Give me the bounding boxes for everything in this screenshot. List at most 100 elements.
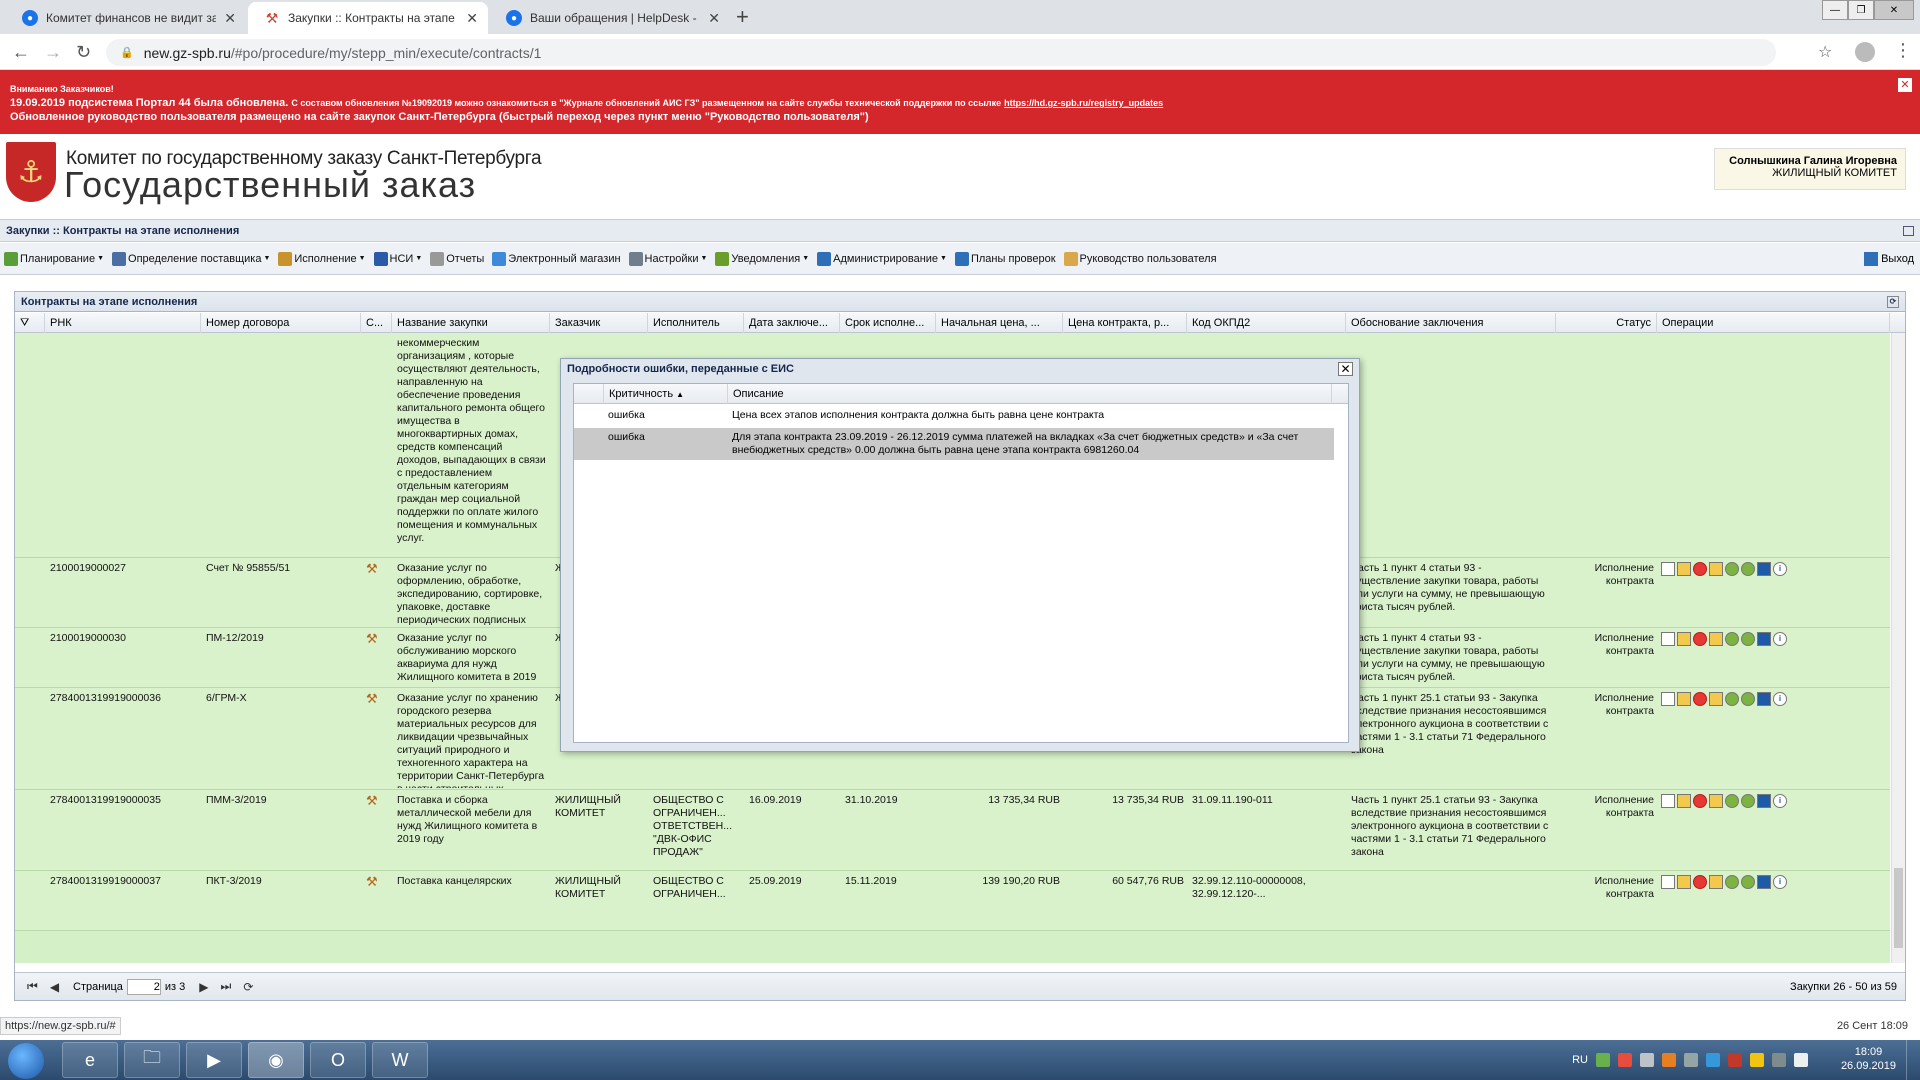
- menu-planning[interactable]: Планирование ▼: [4, 251, 104, 266]
- tray-app-icon[interactable]: [1706, 1053, 1720, 1067]
- menu-reference[interactable]: НСИ ▼: [373, 251, 422, 266]
- stage-icon[interactable]: [1725, 562, 1739, 576]
- minimize-icon[interactable]: —: [1822, 0, 1848, 20]
- info-icon[interactable]: i: [1773, 875, 1787, 889]
- info-icon[interactable]: i: [1773, 794, 1787, 808]
- menu-manual[interactable]: Руководство пользователя: [1063, 251, 1217, 266]
- tray-app-icon[interactable]: [1662, 1053, 1676, 1067]
- column-header[interactable]: Операции: [1657, 313, 1890, 333]
- new-tab-icon[interactable]: +: [736, 4, 749, 30]
- barcode-icon[interactable]: [1757, 794, 1771, 808]
- page-input[interactable]: [126, 978, 161, 995]
- dialog-close-icon[interactable]: ✕: [1338, 362, 1353, 376]
- stage-icon[interactable]: [1725, 794, 1739, 808]
- execution-icon[interactable]: [1741, 794, 1755, 808]
- column-header[interactable]: Исполнитель: [648, 313, 744, 333]
- stage-icon[interactable]: [1725, 692, 1739, 706]
- next-page-icon[interactable]: ▶: [199, 980, 208, 994]
- clock[interactable]: 18:09 26.09.2019: [1841, 1045, 1896, 1073]
- browser-tab-2[interactable]: ⚒ Закупки :: Контракты на этапе и ✕: [248, 2, 488, 34]
- tray-app-icon[interactable]: [1684, 1053, 1698, 1067]
- stop-icon[interactable]: [1693, 794, 1707, 808]
- stop-icon[interactable]: [1693, 562, 1707, 576]
- browser-tab-1[interactable]: ● Комитет финансов не видит зар ✕: [6, 2, 246, 34]
- start-button[interactable]: [8, 1043, 44, 1079]
- info-icon[interactable]: i: [1773, 562, 1787, 576]
- barcode-icon[interactable]: [1757, 875, 1771, 889]
- column-header[interactable]: Номер договора: [201, 313, 361, 333]
- menu-inspection-plans[interactable]: Планы проверок: [954, 251, 1056, 266]
- column-header[interactable]: С...: [361, 313, 392, 333]
- word-icon[interactable]: W: [372, 1042, 428, 1078]
- last-page-icon[interactable]: ⏭: [221, 979, 232, 994]
- payment-icon[interactable]: [1709, 692, 1723, 706]
- barcode-icon[interactable]: [1757, 562, 1771, 576]
- table-row[interactable]: 2784001319919000035 ПММ-3/2019 ⚒ Поставка и…: [15, 790, 1890, 871]
- document-icon[interactable]: [1661, 794, 1675, 808]
- menu-report[interactable]: Отчеты: [430, 251, 484, 266]
- explorer-icon[interactable]: 🗀: [124, 1042, 180, 1078]
- stop-icon[interactable]: [1693, 632, 1707, 646]
- window-close-icon[interactable]: ✕: [1874, 0, 1914, 20]
- error-row-selected[interactable]: ошибка Для этапа контракта 23.09.2019 - …: [574, 428, 1334, 460]
- ie-icon[interactable]: e: [62, 1042, 118, 1078]
- chrome-icon[interactable]: ◉: [248, 1042, 304, 1078]
- menu-shop[interactable]: Электронный магазин: [492, 251, 621, 266]
- info-icon[interactable]: i: [1773, 632, 1787, 646]
- column-header[interactable]: РНК: [45, 313, 201, 333]
- forward-icon[interactable]: →: [44, 42, 62, 63]
- stop-icon[interactable]: [1693, 692, 1707, 706]
- grid-scrollbar[interactable]: [1891, 333, 1905, 963]
- reload-grid-icon[interactable]: ⟳: [243, 980, 253, 994]
- banner-close-icon[interactable]: ✕: [1898, 78, 1912, 92]
- document-icon[interactable]: [1661, 562, 1675, 576]
- edit-icon[interactable]: [1677, 794, 1691, 808]
- edit-icon[interactable]: [1677, 875, 1691, 889]
- restore-icon[interactable]: ❐: [1848, 0, 1874, 20]
- profile-avatar[interactable]: [1855, 42, 1875, 62]
- tab-close-icon[interactable]: ✕: [224, 10, 236, 27]
- stage-icon[interactable]: [1725, 875, 1739, 889]
- payment-icon[interactable]: [1709, 794, 1723, 808]
- menu-settings[interactable]: Настройки ▼: [628, 251, 707, 266]
- scroll-thumb[interactable]: [1894, 868, 1903, 948]
- document-icon[interactable]: [1661, 875, 1675, 889]
- column-header[interactable]: Цена контракта, р...: [1063, 313, 1187, 333]
- refresh-icon[interactable]: ⟳: [1887, 296, 1899, 308]
- payment-icon[interactable]: [1709, 562, 1723, 576]
- edit-icon[interactable]: [1677, 562, 1691, 576]
- first-page-icon[interactable]: ⏮: [27, 979, 38, 994]
- execution-icon[interactable]: [1741, 875, 1755, 889]
- back-icon[interactable]: ←: [12, 42, 30, 63]
- filter-icon[interactable]: ⛛: [15, 313, 45, 333]
- barcode-icon[interactable]: [1757, 692, 1771, 706]
- exit-button[interactable]: Выход: [1864, 252, 1914, 266]
- menu-supplier[interactable]: Определение поставщика ▼: [112, 251, 270, 266]
- edit-icon[interactable]: [1677, 632, 1691, 646]
- info-icon[interactable]: i: [1773, 692, 1787, 706]
- edit-icon[interactable]: [1677, 692, 1691, 706]
- menu-notifications[interactable]: Уведомления ▼: [715, 251, 809, 266]
- bookmark-star-icon[interactable]: ☆: [1818, 42, 1832, 62]
- document-icon[interactable]: [1661, 632, 1675, 646]
- media-player-icon[interactable]: ▶: [186, 1042, 242, 1078]
- language-indicator[interactable]: RU: [1572, 1054, 1588, 1066]
- stop-icon[interactable]: [1693, 875, 1707, 889]
- menu-execution[interactable]: Исполнение ▼: [278, 251, 366, 266]
- execution-icon[interactable]: [1741, 562, 1755, 576]
- tray-app-icon[interactable]: [1728, 1053, 1742, 1067]
- browser-menu-icon[interactable]: ⋮: [1894, 40, 1912, 61]
- column-header[interactable]: Название закупки: [392, 313, 550, 333]
- execution-icon[interactable]: [1741, 632, 1755, 646]
- column-header[interactable]: Обоснование заключения: [1346, 313, 1556, 333]
- payment-icon[interactable]: [1709, 875, 1723, 889]
- collapse-icon[interactable]: [1903, 226, 1914, 236]
- volume-icon[interactable]: [1794, 1053, 1808, 1067]
- tab-close-icon[interactable]: ✕: [466, 10, 478, 27]
- menu-admin[interactable]: Администрирование ▼: [817, 251, 947, 266]
- document-icon[interactable]: [1661, 692, 1675, 706]
- tray-app-icon[interactable]: [1618, 1053, 1632, 1067]
- column-header[interactable]: Статус: [1556, 313, 1657, 333]
- tab-close-icon[interactable]: ✕: [708, 10, 720, 27]
- column-header[interactable]: Код ОКПД2: [1187, 313, 1346, 333]
